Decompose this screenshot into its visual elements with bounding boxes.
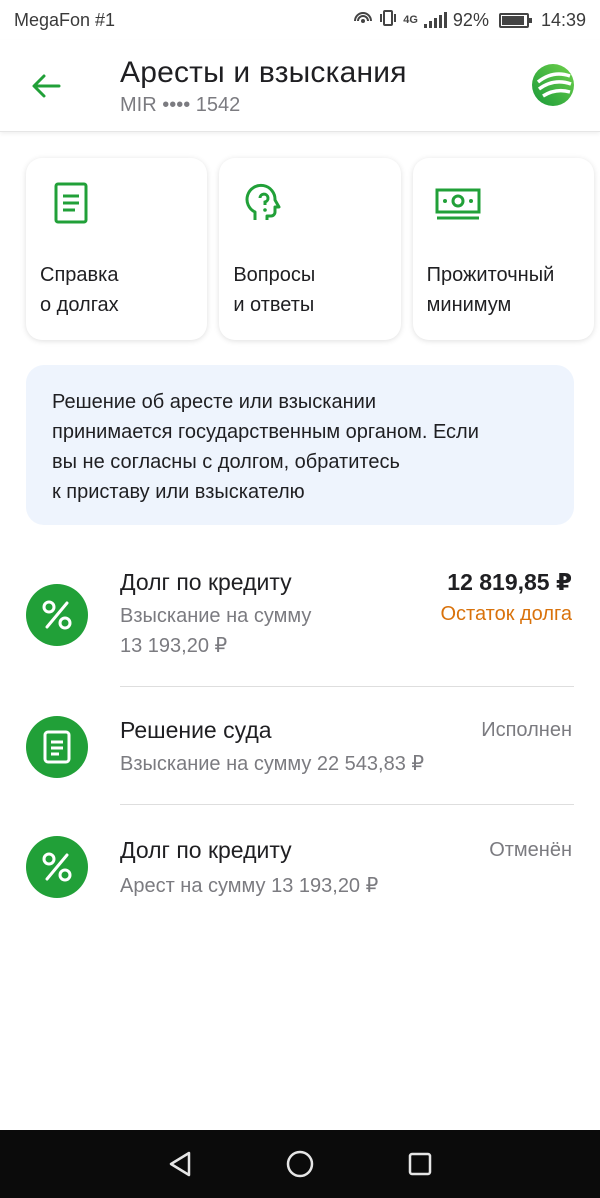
list-item[interactable]: Решение суда Взыскание на сумму 22 543,8…: [0, 687, 600, 807]
item-status: Исполнен: [481, 719, 572, 741]
item-title: Долг по кредиту: [120, 837, 292, 863]
circle-home-icon: [286, 1150, 314, 1178]
item-status: Остаток долга: [440, 603, 572, 625]
percent-icon: [26, 836, 88, 898]
divider: [120, 804, 574, 805]
question-head-icon: [245, 183, 281, 220]
subsistence-minimum-card[interactable]: Прожиточный минимум: [412, 158, 594, 340]
item-status: Отменён: [489, 839, 572, 861]
nav-recents-button[interactable]: [400, 1144, 440, 1184]
banknote-icon: [435, 188, 481, 220]
clock: 14:39: [540, 9, 586, 30]
page-title: Аресты и взыскания: [120, 56, 407, 89]
network-type: 4G: [403, 14, 418, 26]
nav-back-button[interactable]: [160, 1144, 200, 1184]
item-title: Долг по кредиту: [120, 569, 292, 595]
card-number: MIR •••• 1542: [120, 94, 241, 116]
hotspot-icon: [353, 9, 373, 32]
info-notice: Решение об аресте или взыскании принимае…: [26, 365, 574, 525]
item-subtitle: Взыскание на сумму 22 543,83 ₽: [120, 753, 425, 775]
item-subtitle: Взыскание на сумму 13 193,20 ₽: [120, 605, 312, 657]
document-icon: [54, 182, 88, 224]
battery-percent: 92%: [452, 9, 489, 30]
card-label: Вопросы и ответы: [233, 264, 316, 316]
signal-icon: [423, 12, 447, 28]
percent-icon: [26, 584, 88, 646]
list-item[interactable]: Долг по кредиту Взыскание на сумму 13 19…: [0, 555, 600, 687]
status-icons: 4G 92% 14:39: [353, 9, 586, 32]
item-subtitle: Арест на сумму 13 193,20 ₽: [120, 875, 379, 897]
app-header: Аресты и взыскания MIR •••• 1542: [0, 40, 600, 132]
card-label: Справка о долгах: [40, 264, 119, 316]
arrow-left-icon: [32, 74, 61, 98]
sber-logo-icon[interactable]: [530, 62, 576, 108]
item-amount: 12 819,85 ₽: [447, 569, 572, 595]
nav-home-button[interactable]: [280, 1144, 320, 1184]
system-nav-bar: [0, 1130, 600, 1198]
carrier-name: MegaFon #1: [14, 9, 116, 30]
back-button[interactable]: [26, 66, 66, 106]
card-label: Прожиточный минимум: [426, 264, 555, 316]
debt-certificate-card[interactable]: Справка о долгах: [26, 158, 208, 340]
status-bar: MegaFon #1 4G 92% 14:39: [0, 0, 600, 40]
arrests-list: Долг по кредиту Взыскание на сумму 13 19…: [0, 555, 600, 927]
battery-icon: [498, 12, 532, 28]
quick-actions: Справка о долгах Вопросы и ответы Прожит…: [26, 158, 594, 340]
triangle-back-icon: [169, 1151, 191, 1177]
vibrate-icon: [379, 9, 397, 32]
document-icon: [26, 716, 88, 778]
faq-card[interactable]: Вопросы и ответы: [219, 158, 401, 340]
list-item[interactable]: Долг по кредиту Арест на сумму 13 193,20…: [0, 807, 600, 927]
square-recents-icon: [408, 1152, 432, 1176]
item-title: Решение суда: [120, 717, 272, 743]
